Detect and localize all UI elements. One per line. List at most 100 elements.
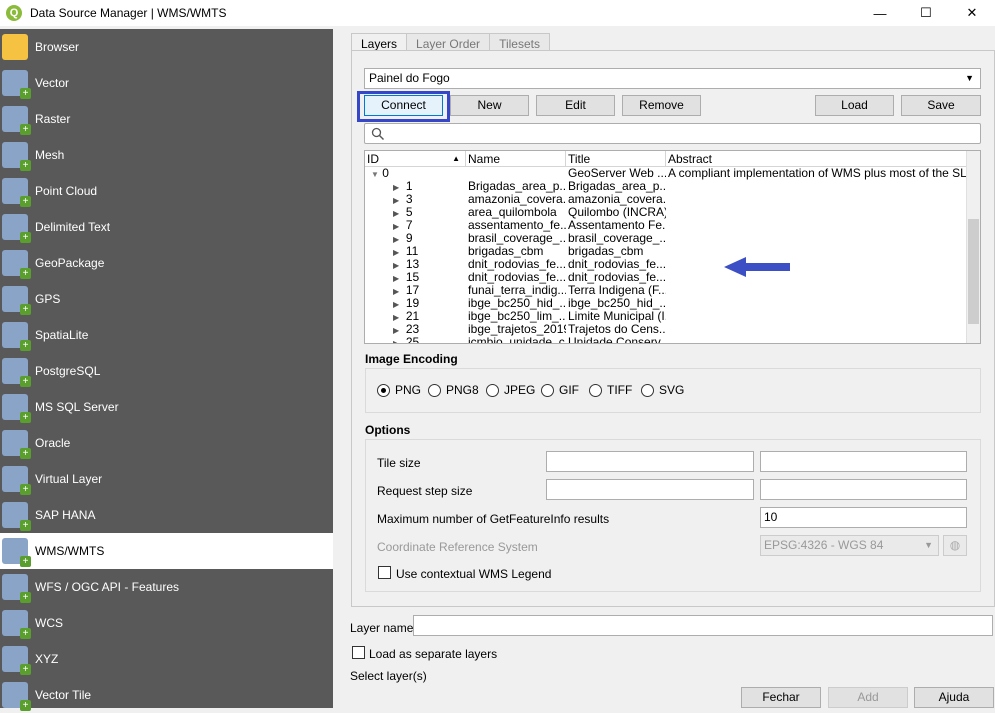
new-button[interactable]: New bbox=[450, 95, 529, 116]
close-dialog-button[interactable]: Fechar bbox=[741, 687, 821, 708]
expand-right-icon[interactable]: ▶ bbox=[393, 235, 399, 244]
tree-row[interactable]: ▶ 5 area_quilombola Quilombo (INCRA) bbox=[365, 206, 980, 219]
tree-row[interactable]: ▶ 9 brasil_coverage_... brasil_coverage_..… bbox=[365, 232, 980, 245]
tree-row[interactable]: ▶ 21 ibge_bc250_lim_... Limite Municipal (… bbox=[365, 310, 980, 323]
encoding-radio-svg[interactable]: SVG bbox=[641, 383, 684, 397]
sidebar-item-raster[interactable]: Raster bbox=[0, 101, 333, 137]
expand-right-icon[interactable]: ▶ bbox=[393, 209, 399, 218]
tree-row[interactable]: ▶ 23 ibge_trajetos_2019 Trajetos do Cens..… bbox=[365, 323, 980, 336]
crs-select[interactable]: EPSG:4326 - WGS 84 ▼ bbox=[760, 535, 939, 556]
sidebar-item-gps[interactable]: GPS bbox=[0, 281, 333, 317]
expand-right-icon[interactable]: ▶ bbox=[393, 313, 399, 322]
tile-height-input[interactable] bbox=[760, 451, 967, 472]
sidebar-item-mesh[interactable]: Mesh bbox=[0, 137, 333, 173]
sidebar-item-wms-wmts[interactable]: WMS/WMTS bbox=[0, 533, 333, 569]
sidebar-item-browser[interactable]: Browser bbox=[0, 29, 333, 65]
spatialite-icon bbox=[2, 322, 31, 351]
sort-ascending-icon: ▲ bbox=[452, 154, 460, 163]
maximize-button[interactable]: ☐ bbox=[903, 0, 949, 26]
sidebar-item-vector[interactable]: Vector bbox=[0, 65, 333, 101]
sidebar-item-label: GeoPackage bbox=[35, 256, 105, 270]
column-id[interactable]: ID ▲ bbox=[365, 151, 466, 166]
encoding-radio-gif[interactable]: GIF bbox=[541, 383, 579, 397]
add-button[interactable]: Add bbox=[828, 687, 908, 708]
sidebar-item-sap-hana[interactable]: SAP HANA bbox=[0, 497, 333, 533]
expand-right-icon[interactable]: ▶ bbox=[393, 274, 399, 283]
crs-selector-globe-button[interactable]: ◍ bbox=[943, 535, 967, 556]
save-button[interactable]: Save bbox=[901, 95, 981, 116]
virtual-layer-icon bbox=[2, 466, 31, 495]
tree-scrollbar[interactable] bbox=[966, 151, 980, 343]
sidebar: Browser Vector Raster Mesh Point Cloud Delimi… bbox=[0, 29, 333, 711]
encoding-radio-jpeg[interactable]: JPEG bbox=[486, 383, 535, 397]
wms-icon bbox=[2, 538, 31, 567]
sidebar-item-point-cloud[interactable]: Point Cloud bbox=[0, 173, 333, 209]
expand-right-icon[interactable]: ▶ bbox=[393, 339, 399, 343]
sidebar-item-geopackage[interactable]: GeoPackage bbox=[0, 245, 333, 281]
tree-row[interactable]: ▶ 11 brigadas_cbm brigadas_cbm bbox=[365, 245, 980, 258]
sidebar-scrollbar[interactable] bbox=[333, 29, 346, 708]
layer-name-label: Layer name bbox=[350, 621, 414, 635]
column-name[interactable]: Name bbox=[466, 151, 566, 166]
expand-right-icon[interactable]: ▶ bbox=[393, 196, 399, 205]
encoding-radio-tiff[interactable]: TIFF bbox=[589, 383, 632, 397]
sidebar-item-virtual-layer[interactable]: Virtual Layer bbox=[0, 461, 333, 497]
sidebar-item-xyz[interactable]: XYZ bbox=[0, 641, 333, 677]
step-height-input[interactable] bbox=[760, 479, 967, 500]
sidebar-item-label: Oracle bbox=[35, 436, 71, 450]
edit-button[interactable]: Edit bbox=[536, 95, 615, 116]
expand-right-icon[interactable]: ▶ bbox=[393, 248, 399, 257]
sidebar-item-postgresql[interactable]: PostgreSQL bbox=[0, 353, 333, 389]
expand-right-icon[interactable]: ▶ bbox=[393, 261, 399, 270]
sidebar-item-label: PostgreSQL bbox=[35, 364, 101, 378]
column-abstract[interactable]: Abstract bbox=[666, 151, 980, 166]
encoding-radio-png8[interactable]: PNG8 bbox=[428, 383, 479, 397]
encoding-radio-png[interactable]: PNG bbox=[377, 383, 421, 397]
remove-button[interactable]: Remove bbox=[622, 95, 701, 116]
minimize-button[interactable]: — bbox=[857, 0, 903, 26]
step-width-input[interactable] bbox=[546, 479, 754, 500]
help-button[interactable]: Ajuda bbox=[914, 687, 994, 708]
tile-width-input[interactable] bbox=[546, 451, 754, 472]
tree-row[interactable]: ▶ 3 amazonia_covera... amazonia_covera... bbox=[365, 193, 980, 206]
layers-tree[interactable]: ID ▲ Name Title Abstract ▼ 0 GeoServer We… bbox=[364, 150, 981, 344]
tree-row[interactable]: ▶ 17 funai_terra_indig... Terra Indigena (… bbox=[365, 284, 980, 297]
expand-right-icon[interactable]: ▶ bbox=[393, 222, 399, 231]
tree-row[interactable]: ▶ 19 ibge_bc250_hid_... ibge_bc250_hid_... bbox=[365, 297, 980, 310]
tree-row[interactable]: ▶ 7 assentamento_fe... Assentamento Fe... bbox=[365, 219, 980, 232]
tree-row[interactable]: ▶ 25 icmbio_unidade_c... Unidade Conserv..… bbox=[365, 336, 980, 343]
tree-row[interactable]: ▶ 15 dnit_rodovias_fe... dnit_rodovias_fe.… bbox=[365, 271, 980, 284]
expand-right-icon[interactable]: ▶ bbox=[393, 326, 399, 335]
load-button[interactable]: Load bbox=[815, 95, 894, 116]
sidebar-item-label: WCS bbox=[35, 616, 63, 630]
sidebar-item-oracle[interactable]: Oracle bbox=[0, 425, 333, 461]
mssql-icon bbox=[2, 394, 31, 423]
column-title[interactable]: Title bbox=[566, 151, 666, 166]
separate-layers-checkbox[interactable] bbox=[352, 646, 365, 659]
delimited-text-icon bbox=[2, 214, 31, 243]
tree-row-root[interactable]: ▼ 0 GeoServer Web ... A compliant implem… bbox=[365, 167, 980, 180]
point-cloud-icon bbox=[2, 178, 31, 207]
sidebar-item-spatialite[interactable]: SpatiaLite bbox=[0, 317, 333, 353]
sidebar-item-wcs[interactable]: WCS bbox=[0, 605, 333, 641]
sidebar-item-ms-sql-server[interactable]: MS SQL Server bbox=[0, 389, 333, 425]
max-gfi-input[interactable]: 10 bbox=[760, 507, 967, 528]
search-input[interactable] bbox=[364, 123, 981, 144]
expand-right-icon[interactable]: ▶ bbox=[393, 300, 399, 309]
sidebar-item-delimited-text[interactable]: Delimited Text bbox=[0, 209, 333, 245]
postgresql-icon bbox=[2, 358, 31, 387]
crs-label: Coordinate Reference System bbox=[377, 540, 538, 554]
tree-row[interactable]: ▶ 13 dnit_rodovias_fe... dnit_rodovias_fe.… bbox=[365, 258, 980, 271]
image-encoding-label: Image Encoding bbox=[365, 352, 458, 366]
contextual-legend-checkbox[interactable] bbox=[378, 566, 391, 579]
expand-right-icon[interactable]: ▶ bbox=[393, 183, 399, 192]
close-button[interactable]: ✕ bbox=[949, 0, 995, 26]
tree-row[interactable]: ▶ 1 Brigadas_area_p... Brigadas_area_p... bbox=[365, 180, 980, 193]
expand-right-icon[interactable]: ▶ bbox=[393, 287, 399, 296]
sidebar-item-label: Vector bbox=[35, 76, 70, 90]
expand-down-icon[interactable]: ▼ bbox=[371, 170, 379, 179]
connection-select[interactable]: Painel do Fogo ▼ bbox=[364, 68, 981, 89]
layer-name-input[interactable] bbox=[413, 615, 993, 636]
separate-layers-label: Load as separate layers bbox=[369, 647, 498, 661]
sidebar-item-wfs-ogc-api-features[interactable]: WFS / OGC API - Features bbox=[0, 569, 333, 605]
